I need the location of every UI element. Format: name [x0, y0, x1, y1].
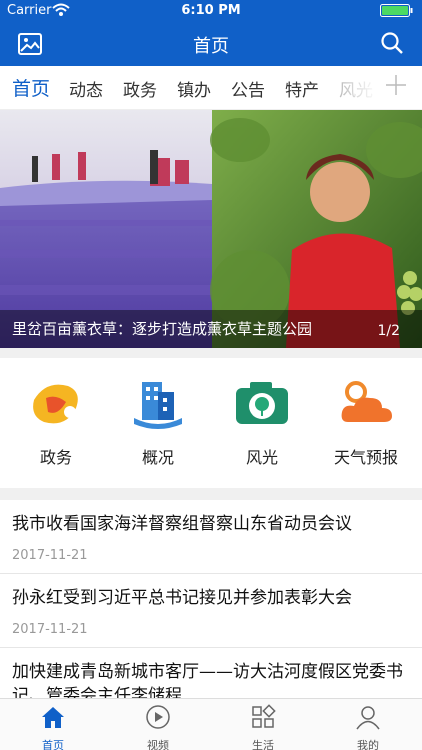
banner-carousel[interactable]: 里岔百亩薰衣草：逐步打造成薰衣草主题公园 1/2	[0, 110, 422, 348]
banner-pager: 1/2	[377, 323, 400, 339]
news-title: 孙永红受到习近平总书记接见并参加表彰大会	[12, 588, 352, 608]
tab-towns[interactable]: 镇办	[177, 76, 211, 101]
tabbar-video-label: 视频	[147, 739, 169, 750]
search-icon[interactable]	[380, 31, 404, 55]
tab-news[interactable]: 动态	[69, 76, 103, 101]
tab-specialty[interactable]: 特产	[285, 76, 319, 101]
quick-scenery[interactable]: 风光	[212, 378, 312, 468]
play-icon	[146, 705, 170, 729]
tabbar-home-label: 首页	[42, 739, 64, 750]
news-list: 我市收看国家海洋督察组督察山东省动员会议 2017-11-21 孙永红受到习近平…	[0, 500, 422, 698]
page-title: 首页	[193, 36, 229, 57]
news-item[interactable]: 孙永红受到习近平总书记接见并参加表彰大会 2017-11-21	[0, 574, 422, 648]
grid-icon	[252, 704, 276, 728]
tabbar-life[interactable]: 生活	[223, 704, 303, 750]
quick-scenery-label: 风光	[245, 448, 278, 467]
quick-government[interactable]: 政务	[6, 378, 106, 468]
tabbar-life-label: 生活	[252, 739, 274, 750]
tabbar-home[interactable]: 首页	[13, 704, 93, 750]
status-time: 6:10 PM	[181, 3, 241, 18]
quick-overview-label: 概况	[141, 448, 174, 467]
news-date: 2017-11-21	[12, 622, 88, 637]
divider	[0, 348, 422, 358]
header: Carrier 6:10 PM 首页	[0, 0, 422, 66]
status-bar: Carrier 6:10 PM	[0, 0, 422, 22]
tabbar-mine-label: 我的	[357, 739, 379, 750]
battery-icon	[380, 4, 413, 17]
camera-icon	[236, 382, 288, 424]
tab-bar: 首页 视频 生活 我的	[0, 698, 422, 750]
category-tabs: 首页 动态 政务 镇办 公告 特产 风光	[0, 66, 422, 110]
news-date: 2017-11-21	[12, 548, 88, 563]
add-tab-icon[interactable]	[384, 73, 408, 97]
tabs-fade	[338, 66, 378, 109]
news-item[interactable]: 我市收看国家海洋督察组督察山东省动员会议 2017-11-21	[0, 500, 422, 574]
news-title: 加快建成青岛新城市客厅——访大沽河度假区党委书记、管委会主任李储程	[12, 662, 403, 698]
tab-home[interactable]: 首页	[12, 74, 50, 101]
nav-bar: 首页	[0, 22, 422, 66]
home-icon	[42, 707, 64, 728]
quick-entries: 政务 概况 风光 天气预报	[0, 358, 422, 488]
person-icon	[356, 706, 380, 730]
buildings-icon	[134, 382, 182, 429]
quick-weather[interactable]: 天气预报	[316, 378, 416, 468]
tab-government[interactable]: 政务	[123, 76, 157, 101]
divider	[0, 488, 422, 500]
tabbar-video[interactable]: 视频	[118, 704, 198, 750]
news-item[interactable]: 加快建成青岛新城市客厅——访大沽河度假区党委书记、管委会主任李储程	[0, 648, 422, 698]
quick-weather-label: 天气预报	[333, 448, 398, 467]
tab-notice[interactable]: 公告	[231, 76, 265, 101]
quick-overview[interactable]: 概况	[108, 378, 208, 468]
government-icon	[33, 384, 78, 424]
weather-icon	[341, 381, 392, 422]
news-title: 我市收看国家海洋督察组督察山东省动员会议	[12, 514, 352, 534]
tabbar-mine[interactable]: 我的	[328, 704, 408, 750]
quick-government-label: 政务	[39, 448, 72, 467]
banner-caption: 里岔百亩薰衣草：逐步打造成薰衣草主题公园	[12, 320, 313, 338]
